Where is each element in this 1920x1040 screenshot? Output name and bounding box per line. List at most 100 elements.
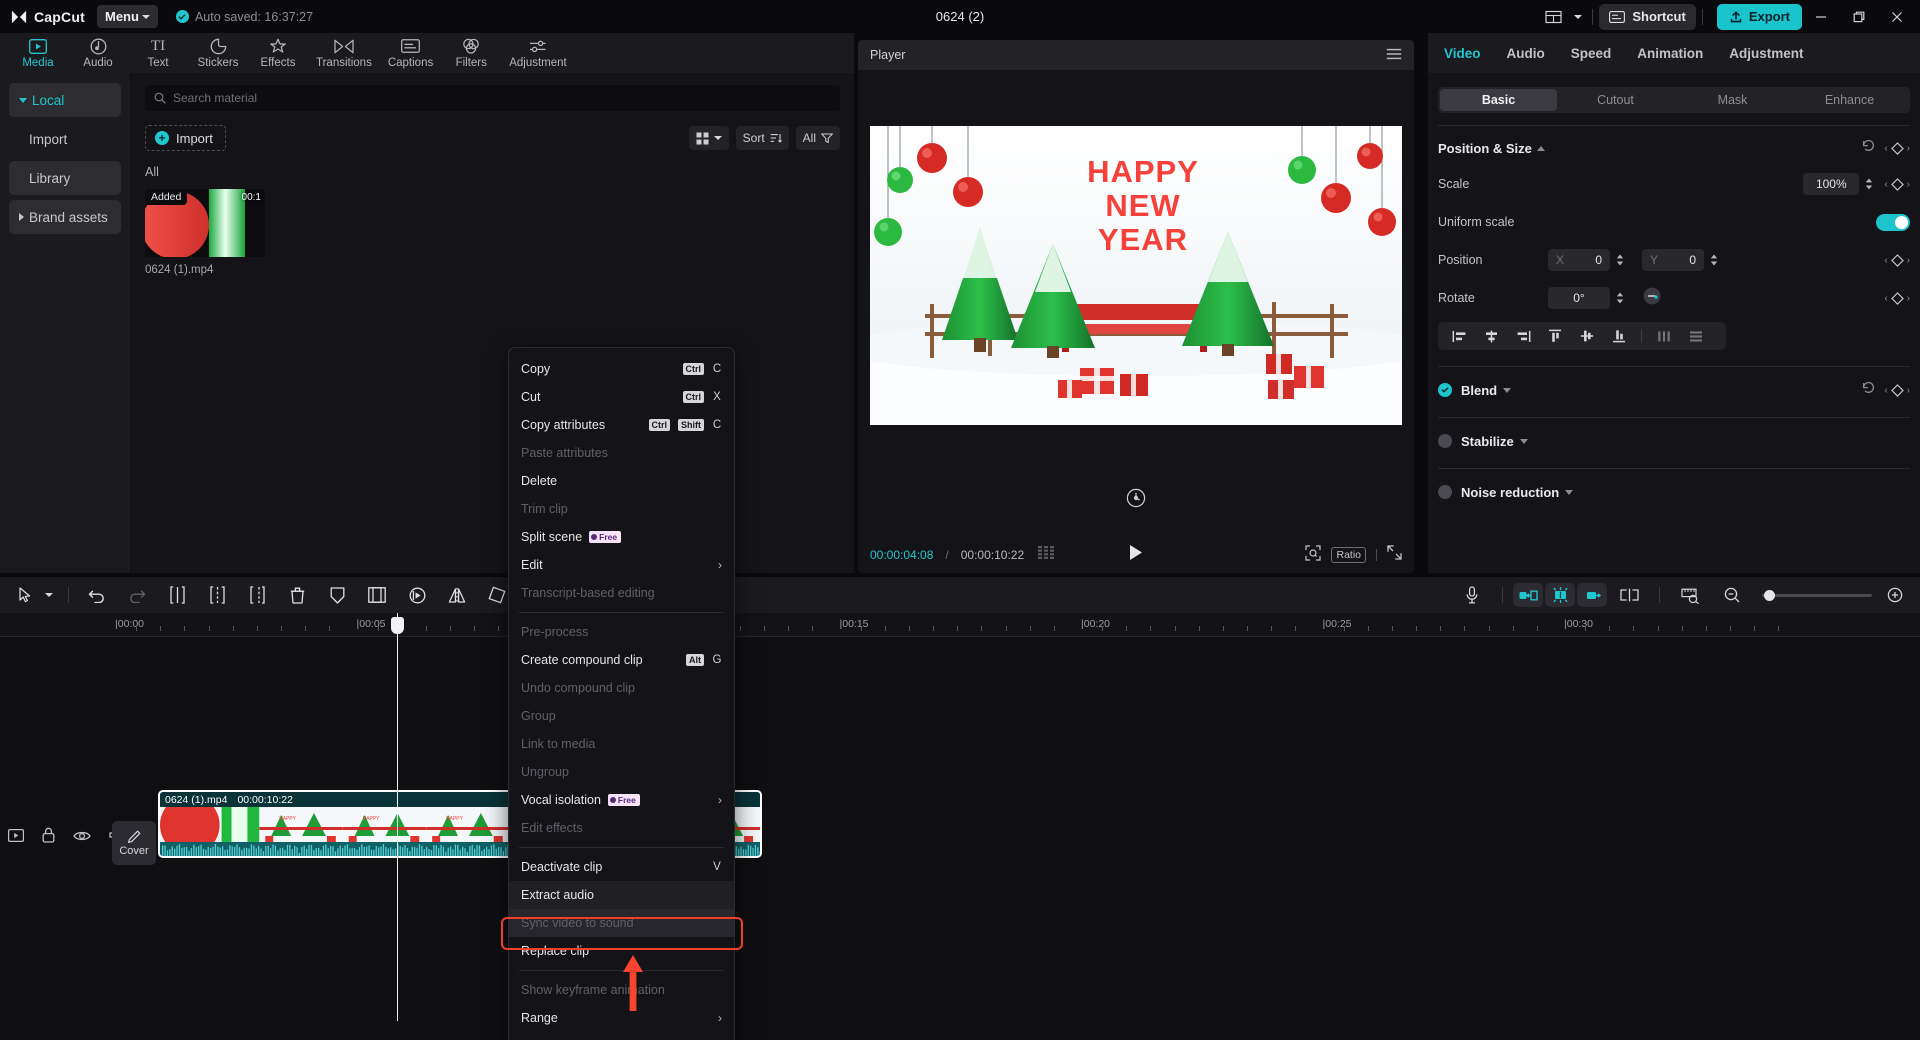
crop-frame-icon[interactable] (357, 580, 397, 610)
sidebar-item-local[interactable]: Local (9, 83, 121, 117)
mirror-icon[interactable] (437, 580, 477, 610)
menu-item-render[interactable]: Render› (509, 1032, 734, 1040)
distribute-h-icon[interactable] (1649, 324, 1679, 348)
tab-effects[interactable]: Effects (248, 33, 308, 73)
keyframe-prev-icon[interactable]: ‹ (1884, 385, 1887, 396)
rotate-input[interactable]: 0° (1548, 287, 1610, 309)
align-bottom-icon[interactable] (1604, 324, 1634, 348)
playhead-handle[interactable] (391, 617, 404, 634)
ratio-button[interactable]: Ratio (1331, 547, 1366, 563)
tab-speed[interactable]: Speed (1571, 46, 1612, 61)
sidebar-item-library[interactable]: Library (9, 161, 121, 195)
tab-text[interactable]: TI Text (128, 33, 188, 73)
link-toggle-icon[interactable] (1609, 580, 1649, 610)
uniform-scale-toggle[interactable] (1876, 213, 1910, 231)
tab-filters[interactable]: Filters (441, 33, 501, 73)
keyframe-prev-icon[interactable]: ‹ (1884, 143, 1887, 154)
position-x-input[interactable]: X 0 (1548, 249, 1610, 271)
tab-stickers[interactable]: Stickers (188, 33, 248, 73)
noise-reduction-checkbox[interactable] (1438, 485, 1452, 499)
stabilize-checkbox[interactable] (1438, 434, 1452, 448)
rotate-stepper[interactable] (1613, 287, 1627, 309)
redo-icon[interactable] (117, 580, 157, 610)
align-center-h-icon[interactable] (1476, 324, 1506, 348)
align-left-icon[interactable] (1444, 324, 1474, 348)
frames-icon[interactable] (1038, 546, 1055, 564)
keyframe-next-icon[interactable]: › (1907, 385, 1910, 396)
menu-item-delete[interactable]: Delete (509, 467, 734, 495)
media-thumbnail[interactable]: Added 00:1 (145, 189, 265, 257)
reset-icon[interactable] (1861, 380, 1876, 400)
keyframe-next-icon[interactable]: › (1907, 255, 1910, 266)
layout-icon[interactable] (1536, 4, 1570, 30)
position-keyframe-control[interactable]: ‹ › (1884, 253, 1910, 267)
video-preview[interactable]: HAPPY NEW YEAR (870, 125, 1402, 425)
keyframe-diamond-icon[interactable] (1890, 253, 1904, 267)
menu-item-vocal-isolation[interactable]: Vocal isolation Free › (509, 786, 734, 814)
sort-button[interactable]: Sort (735, 126, 789, 150)
split-icon[interactable] (157, 580, 197, 610)
keyframe-prev-icon[interactable]: ‹ (1884, 179, 1887, 190)
export-button[interactable]: Export (1716, 3, 1802, 30)
search-input[interactable]: Search material (145, 85, 840, 111)
zoom-in-icon[interactable] (1882, 580, 1908, 610)
lock-icon[interactable] (42, 827, 55, 848)
position-x-stepper[interactable] (1613, 249, 1627, 271)
hamburger-icon[interactable] (1386, 48, 1402, 63)
microphone-icon[interactable] (1452, 580, 1492, 610)
undo-icon[interactable] (77, 580, 117, 610)
import-button[interactable]: + Import (145, 125, 226, 151)
subtab-mask[interactable]: Mask (1674, 89, 1791, 111)
menu-item-split-scene[interactable]: Split scene Free (509, 523, 734, 551)
scale-input[interactable]: 100% (1803, 173, 1860, 195)
keyframe-next-icon[interactable]: › (1907, 143, 1910, 154)
trim-left-icon[interactable] (197, 580, 237, 610)
chevron-down-icon[interactable] (1565, 489, 1574, 495)
tab-video[interactable]: Video (1444, 46, 1481, 61)
fit-timeline-icon[interactable] (1670, 580, 1710, 610)
tab-adjustment[interactable]: Adjustment (1729, 46, 1803, 61)
shortcut-button[interactable]: Shortcut (1599, 3, 1696, 30)
scale-keyframe-control[interactable]: ‹ › (1884, 177, 1910, 191)
menu-item-deactivate-clip[interactable]: Deactivate clip V (509, 853, 734, 881)
timeline-zoom-slider[interactable] (1762, 589, 1872, 601)
fullscreen-icon[interactable] (1387, 545, 1402, 565)
keyframe-prev-icon[interactable]: ‹ (1884, 255, 1887, 266)
keyframe-next-icon[interactable]: › (1907, 293, 1910, 304)
play-button[interactable] (1129, 544, 1144, 566)
chevron-down-icon[interactable] (1519, 438, 1528, 444)
zoom-fit-icon[interactable] (1305, 544, 1322, 566)
cover-button[interactable]: Cover (112, 821, 156, 865)
sidebar-item-brand-assets[interactable]: Brand assets (9, 200, 121, 234)
zoom-out-icon[interactable] (1712, 580, 1752, 610)
keyframe-diamond-icon[interactable] (1890, 291, 1904, 305)
tab-media[interactable]: Media (8, 33, 68, 73)
rotate-reset-icon[interactable] (1126, 488, 1146, 508)
snap-end-icon[interactable] (1577, 583, 1607, 607)
select-arrow-icon[interactable] (12, 580, 38, 610)
keyframe-diamond-icon[interactable] (1890, 383, 1904, 397)
snap-start-icon[interactable] (1513, 583, 1543, 607)
keyframe-prev-icon[interactable]: ‹ (1884, 293, 1887, 304)
keyframe-control[interactable]: ‹ › (1884, 141, 1910, 155)
subtab-basic[interactable]: Basic (1440, 89, 1557, 111)
rotate-keyframe-control[interactable]: ‹ › (1884, 291, 1910, 305)
align-right-icon[interactable] (1508, 324, 1538, 348)
tab-captions[interactable]: Captions (380, 33, 441, 73)
media-item[interactable]: Added 00:1 0624 (1).mp4 (145, 189, 265, 276)
menu-item-extract-audio[interactable]: Extract audio (509, 881, 734, 909)
layout-dropdown-caret[interactable] (1570, 4, 1586, 30)
magnetic-icon[interactable] (1545, 583, 1575, 607)
reset-icon[interactable] (1861, 138, 1876, 158)
reverse-icon[interactable] (397, 580, 437, 610)
chevron-up-icon[interactable] (1536, 145, 1545, 151)
keyframe-diamond-icon[interactable] (1890, 141, 1904, 155)
delete-icon[interactable] (277, 580, 317, 610)
chevron-down-icon[interactable] (1503, 387, 1512, 393)
menu-item-edit[interactable]: Edit › (509, 551, 734, 579)
tool-dropdown-caret[interactable] (38, 580, 60, 610)
eye-icon[interactable] (73, 829, 91, 847)
menu-item-create-compound-clip[interactable]: Create compound clip Alt G (509, 646, 734, 674)
timeline-ruler[interactable]: |00:00|00:05|00:10|00:15|00:20|00:25|00:… (0, 613, 1920, 637)
position-y-input[interactable]: Y 0 (1642, 249, 1704, 271)
